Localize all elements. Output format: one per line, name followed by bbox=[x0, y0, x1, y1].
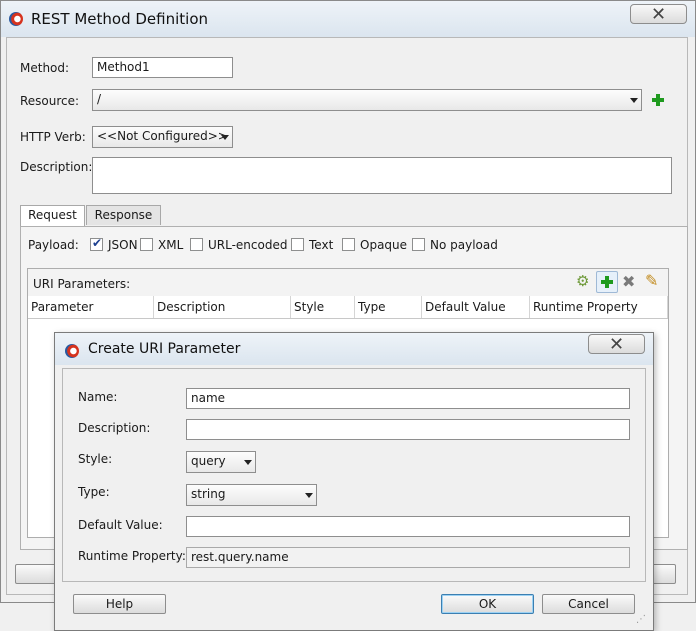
default-value-input[interactable] bbox=[186, 516, 630, 537]
close-icon: ✕ bbox=[650, 3, 667, 25]
app-logo-icon bbox=[9, 12, 23, 26]
json-label: JSON bbox=[108, 238, 138, 252]
uri-parameters-label: URI Parameters: bbox=[33, 277, 131, 291]
cancel-button[interactable]: Cancel bbox=[542, 594, 635, 614]
no-payload-label: No payload bbox=[430, 238, 498, 252]
delete-icon[interactable]: ✖ bbox=[622, 272, 635, 291]
style-select[interactable]: query bbox=[186, 451, 256, 473]
column-header-default-value[interactable]: Default Value bbox=[422, 296, 530, 318]
close-icon: ✕ bbox=[608, 333, 625, 355]
create-dialog-title: Create URI Parameter bbox=[88, 341, 241, 357]
app-logo-icon bbox=[65, 344, 79, 358]
text-label: Text bbox=[309, 238, 334, 252]
add-parameter-button[interactable] bbox=[596, 271, 618, 293]
edit-pencil-icon[interactable]: ✎ bbox=[645, 271, 658, 290]
opaque-label: Opaque bbox=[360, 238, 408, 252]
param-description-label: Description: bbox=[78, 421, 151, 435]
http-verb-select[interactable]: <<Not Configured>> bbox=[92, 126, 233, 148]
url-encoded-checkbox[interactable] bbox=[190, 238, 203, 251]
tab-request[interactable]: Request bbox=[20, 205, 85, 227]
style-value: query bbox=[191, 454, 226, 468]
column-header-style[interactable]: Style bbox=[291, 296, 355, 318]
description-label: Description: bbox=[20, 160, 93, 174]
xml-checkbox[interactable] bbox=[140, 238, 153, 251]
url-encoded-label: URL-encoded bbox=[208, 238, 288, 252]
http-verb-label: HTTP Verb: bbox=[20, 130, 86, 144]
runtime-property-field: rest.query.name bbox=[186, 547, 630, 568]
ok-button[interactable]: OK bbox=[441, 594, 534, 614]
column-header-runtime-property[interactable]: Runtime Property bbox=[530, 296, 668, 318]
chevron-down-icon bbox=[630, 98, 638, 103]
chevron-down-icon bbox=[305, 493, 313, 498]
main-close-button[interactable]: ✕ bbox=[630, 3, 687, 25]
type-label: Type: bbox=[78, 485, 110, 499]
gear-icon[interactable]: ⚙ bbox=[576, 272, 589, 290]
name-input[interactable]: name bbox=[186, 388, 630, 409]
resource-select[interactable]: / bbox=[92, 89, 642, 111]
resize-grip-icon[interactable]: ⋰ bbox=[636, 614, 646, 625]
help-button[interactable]: Help bbox=[73, 594, 166, 614]
type-select[interactable]: string bbox=[186, 484, 317, 506]
payload-label: Payload: bbox=[28, 238, 79, 252]
json-checkbox[interactable]: ✔ bbox=[90, 236, 103, 251]
type-value: string bbox=[191, 487, 226, 501]
no-payload-checkbox[interactable] bbox=[412, 238, 425, 251]
resource-value: / bbox=[97, 92, 102, 106]
style-label: Style: bbox=[78, 452, 113, 466]
main-dialog-title: REST Method Definition bbox=[31, 10, 209, 28]
column-header-parameter[interactable]: Parameter bbox=[28, 296, 154, 318]
opaque-checkbox[interactable] bbox=[342, 238, 355, 251]
name-label: Name: bbox=[78, 390, 118, 404]
method-input[interactable]: Method1 bbox=[92, 57, 233, 78]
plus-icon bbox=[600, 275, 614, 289]
column-header-description[interactable]: Description bbox=[154, 296, 291, 318]
text-checkbox[interactable] bbox=[291, 238, 304, 251]
tab-response[interactable]: Response bbox=[86, 205, 161, 225]
http-verb-value: <<Not Configured>> bbox=[97, 129, 228, 143]
param-description-input[interactable] bbox=[186, 419, 630, 440]
chevron-down-icon bbox=[244, 460, 252, 465]
table-header-divider bbox=[28, 318, 668, 319]
chevron-down-icon bbox=[221, 135, 229, 140]
column-header-type[interactable]: Type bbox=[355, 296, 422, 318]
resource-label: Resource: bbox=[20, 94, 80, 108]
xml-label: XML bbox=[158, 238, 184, 252]
default-value-label: Default Value: bbox=[78, 518, 163, 532]
runtime-property-label: Runtime Property: bbox=[78, 549, 186, 563]
description-input[interactable] bbox=[92, 157, 672, 194]
add-resource-icon[interactable] bbox=[651, 93, 665, 107]
method-label: Method: bbox=[20, 61, 70, 75]
create-close-button[interactable]: ✕ bbox=[588, 333, 645, 355]
